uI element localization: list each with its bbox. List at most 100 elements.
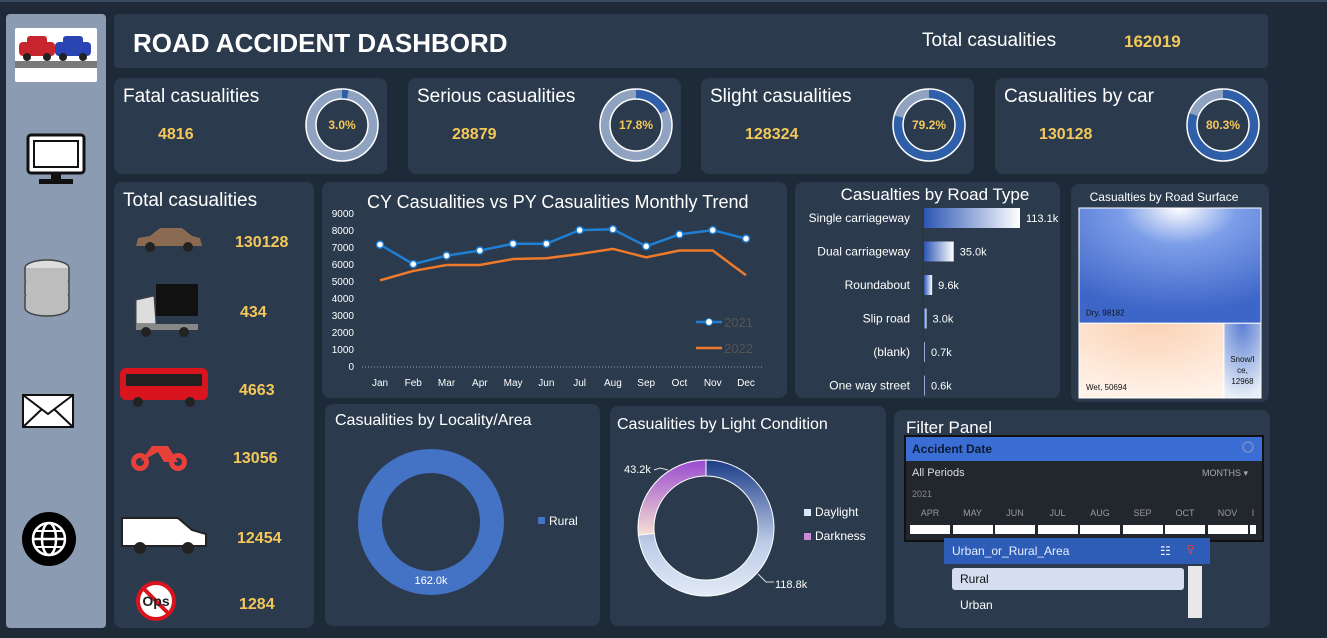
area-slicer[interactable]: Urban_or_Rural_Area ☷ ⊽ Rural Urban: [944, 538, 1210, 620]
multi-select-icon[interactable]: ☷: [1160, 544, 1171, 558]
legend-marker: [705, 318, 713, 326]
timeline-month-oct[interactable]: OCT: [1165, 507, 1205, 534]
total-casualties-label: Total casualities: [922, 30, 1057, 51]
x-tick-label: Feb: [405, 378, 423, 389]
vehicle-value-motorcycle: 13056: [233, 450, 278, 467]
x-tick-label: Aug: [604, 378, 622, 389]
locality-card: Casualities by Locality/Area Rural 162.0k: [325, 404, 600, 626]
dashboard: ROAD ACCIDENT DASHBORD Total casualities…: [0, 0, 1327, 638]
timeline-month-nov[interactable]: NOV: [1207, 507, 1248, 534]
database-icon[interactable]: [22, 258, 72, 323]
trend-title: CY Casualities vs PY Casualities Monthly…: [367, 192, 749, 212]
road-type-bar: [924, 308, 927, 329]
timeline-year: 2021: [912, 489, 933, 499]
x-tick-label: Jan: [372, 378, 388, 389]
timeline-header: Accident Date: [906, 437, 1262, 461]
road-type-title: Casualties by Road Type: [841, 185, 1030, 204]
slicer-scrollbar[interactable]: [1188, 566, 1202, 618]
timeline-month-may[interactable]: MAY: [952, 507, 993, 534]
surface-label-snow: ce,: [1237, 366, 1248, 375]
legend-swatch: [804, 509, 811, 516]
timeline-slicer[interactable]: Accident Date All Periods MONTHS ▾ 2021 …: [904, 435, 1264, 542]
road-type-value: 113.1k: [1026, 213, 1059, 225]
road-type-label: One way street: [829, 379, 910, 393]
light-condition-card: Casualities by Light Condition 118.8k 43.2…: [610, 406, 886, 626]
other-vehicle-icon: Ops: [132, 580, 180, 627]
leader-line: [757, 573, 774, 583]
road-type-bar: [924, 241, 954, 262]
kpi-title: Serious casualities: [417, 86, 576, 107]
truck-icon: [132, 280, 200, 343]
timeline-month-apr[interactable]: APR: [910, 507, 950, 534]
road-type-value: 0.6k: [931, 381, 952, 393]
slicer-item-urban[interactable]: Urban: [952, 594, 1184, 616]
series-point-2021: [475, 246, 485, 255]
van-icon: [118, 512, 210, 561]
vehicle-value-truck: 434: [240, 304, 267, 321]
series-point-2021: [442, 251, 451, 260]
clear-filter-icon[interactable]: ⊽: [1186, 543, 1195, 557]
road-surface-title: Casualties by Road Surface: [1090, 190, 1239, 204]
vehicle-value-van: 12454: [237, 530, 282, 547]
series-point-2021: [675, 230, 684, 239]
y-tick-label: 7000: [332, 243, 355, 254]
mail-icon[interactable]: [22, 394, 74, 433]
title-bar: ROAD ACCIDENT DASHBORD Total casualities…: [114, 14, 1268, 68]
y-tick-label: 5000: [332, 277, 355, 288]
timeline-month-aug[interactable]: AUG: [1080, 507, 1120, 534]
timeline-month-i[interactable]: I: [1250, 507, 1256, 534]
light-title: Casualities by Light Condition: [617, 416, 828, 433]
monitor-icon[interactable]: [25, 132, 87, 193]
kpi-value: 128324: [745, 126, 799, 143]
timeline-month-bar: [952, 525, 993, 534]
series-point-2021: [542, 239, 551, 248]
timeline-month-label: OCT: [1175, 508, 1195, 518]
timeline-month-sep[interactable]: SEP: [1122, 507, 1163, 534]
timeline-month-bar: [1122, 525, 1163, 534]
road-surface-card: Casualties by Road Surface Dry, 98182 Wet,…: [1071, 184, 1269, 402]
monthly-trend-chart: CY Casualities vs PY Casualities Monthly…: [332, 192, 762, 389]
kpi-ring-label: 17.8%: [619, 118, 653, 132]
legend-swatch: [804, 533, 811, 540]
kpi-serious-card: Serious casualities 28879 17.8%: [408, 78, 681, 174]
slicer-item-rural[interactable]: Rural: [952, 568, 1184, 590]
y-tick-label: 2000: [332, 328, 355, 339]
vehicle-value-car: 130128: [235, 234, 289, 251]
timeline-clear-filter-icon[interactable]: [1242, 441, 1254, 453]
globe-icon[interactable]: [20, 510, 78, 573]
x-tick-label: Apr: [472, 378, 488, 389]
road-type-value: 35.0k: [960, 247, 987, 259]
timeline-month-bar: [1207, 525, 1248, 534]
legend-label-rural: Rural: [549, 514, 578, 528]
x-tick-label: Oct: [672, 378, 688, 389]
x-tick-label: Mar: [438, 378, 456, 389]
surface-label: Wet, 50694: [1086, 383, 1127, 392]
road-type-value: 3.0k: [933, 314, 954, 326]
legend-label: Daylight: [815, 505, 859, 519]
kpi-ring-chart: 3.0%: [305, 88, 379, 162]
road-type-card: Casualties by Road Type Single carriagewa…: [795, 182, 1060, 398]
x-tick-label: Jun: [538, 378, 554, 389]
timeline-month-label: SEP: [1133, 508, 1152, 518]
svg-text:Ops: Ops: [142, 593, 169, 609]
x-tick-label: Jul: [573, 378, 586, 389]
locality-data-label: 162.0k: [414, 575, 448, 587]
timeline-month-jul[interactable]: JUL: [1037, 507, 1078, 534]
kpi-slight-card: Slight casualities 128324 79.2%: [701, 78, 974, 174]
timeline-month-label: NOV: [1217, 508, 1238, 518]
timeline-month-bar: [995, 525, 1035, 534]
car-crash-icon[interactable]: [15, 28, 97, 82]
locality-title: Casualities by Locality/Area: [335, 412, 532, 429]
timeline-month-jun[interactable]: JUN: [995, 507, 1035, 534]
page-title: ROAD ACCIDENT DASHBORD: [133, 28, 508, 58]
timeline-granularity-dropdown[interactable]: MONTHS ▾: [1202, 468, 1248, 479]
series-point-2021: [508, 239, 518, 248]
total-casualties-value: 162019: [1124, 32, 1181, 51]
road-type-bar: [924, 375, 925, 396]
series-point-2021: [608, 225, 618, 234]
sidebar: [6, 14, 106, 628]
vehicle-value-bus: 4663: [239, 382, 275, 399]
kpi-value: 130128: [1039, 126, 1093, 143]
light-condition-chart: Casualities by Light Condition 118.8k 43.2…: [617, 416, 866, 597]
y-tick-label: 8000: [332, 226, 355, 237]
